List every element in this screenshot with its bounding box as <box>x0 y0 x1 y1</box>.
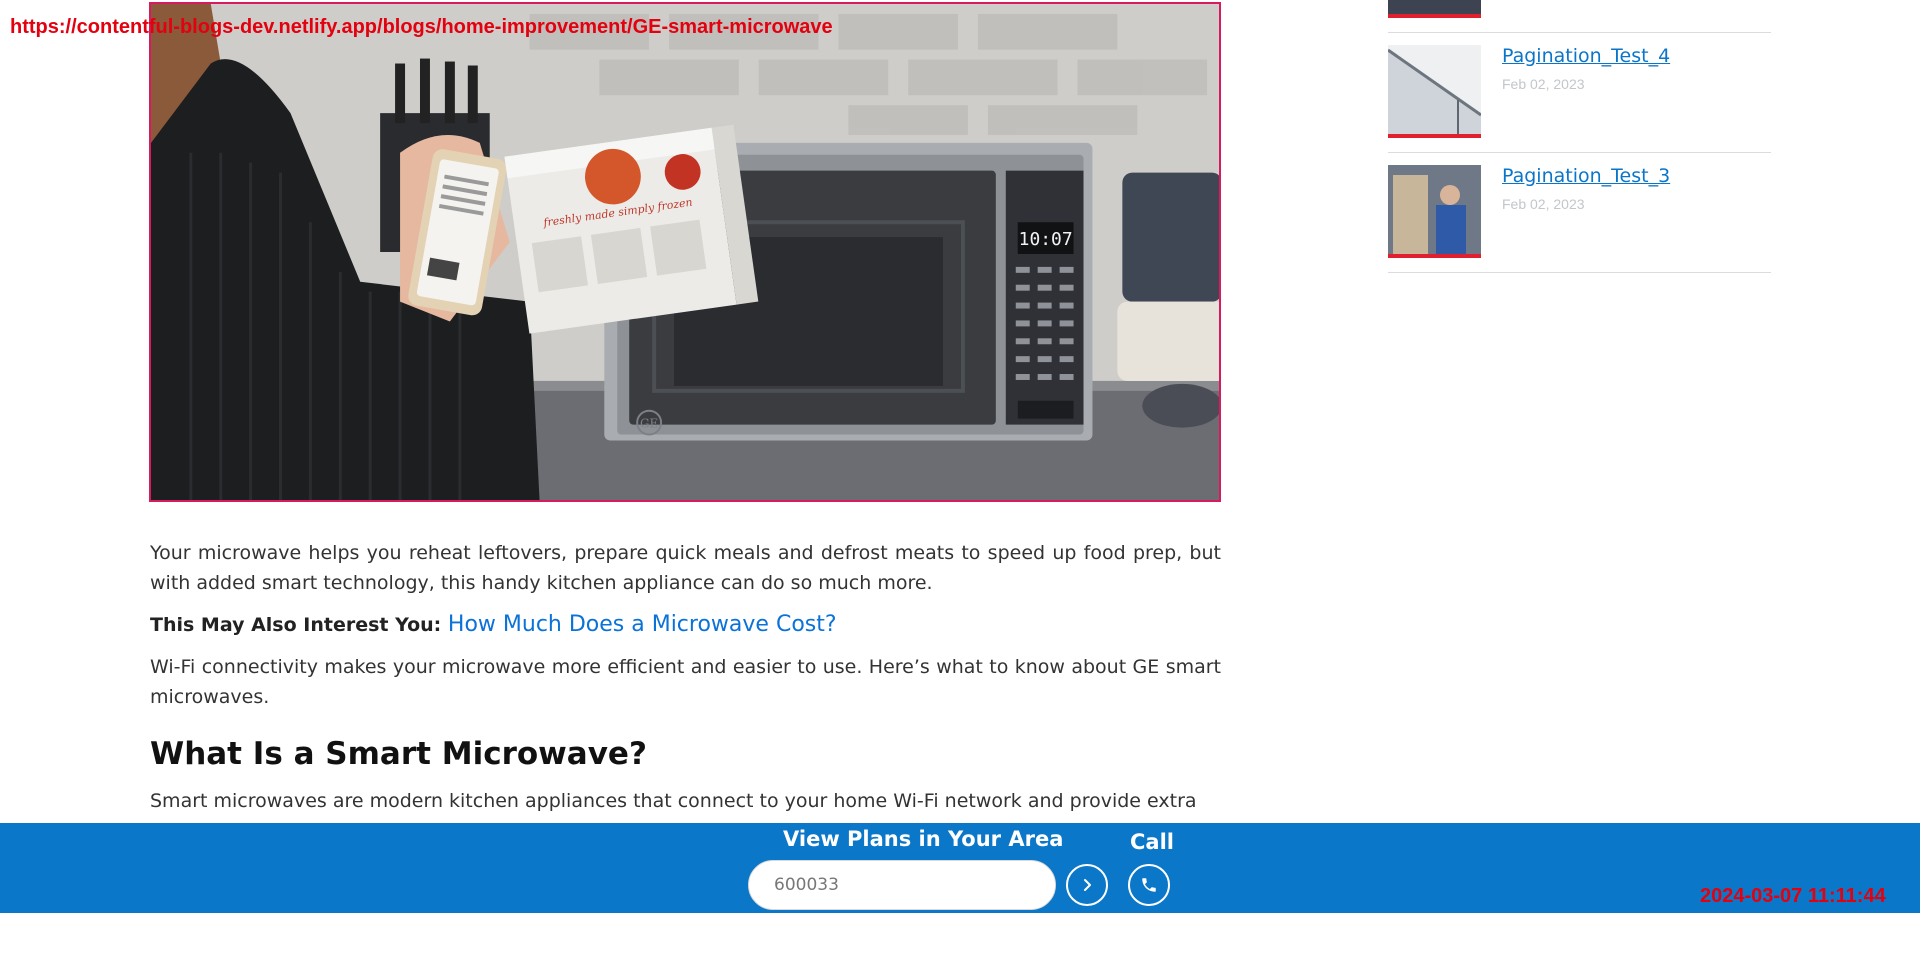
section-heading: What Is a Smart Microwave? <box>150 736 647 772</box>
sidebar-thumbnail[interactable] <box>1388 0 1481 18</box>
sidebar-item-date: Feb 02, 2023 <box>1502 196 1585 212</box>
sidebar-item-title[interactable]: Pagination_Test_3 <box>1502 165 1670 187</box>
hero-illustration: 10:07 GE freshly made simply frozen <box>151 4 1219 500</box>
sidebar-thumbnail[interactable] <box>1388 165 1481 258</box>
timestamp-overlay: 2024-03-07 11:11:44 <box>1700 885 1886 907</box>
chevron-right-icon <box>1084 879 1091 891</box>
wifi-paragraph: Wi-Fi connectivity makes your microwave … <box>150 656 1221 708</box>
related-posts-sidebar: Pagination_Test_4 Feb 02, 2023 Paginatio… <box>1388 0 1771 273</box>
display-time: 10:07 <box>1019 229 1073 250</box>
submit-zip-button[interactable] <box>1066 864 1108 906</box>
call-button[interactable] <box>1128 864 1170 906</box>
related-interest: This May Also Interest You: How Much Doe… <box>150 610 1221 640</box>
sidebar-item-pagination-test-4[interactable]: Pagination_Test_4 Feb 02, 2023 <box>1388 33 1771 153</box>
zip-code-input[interactable] <box>748 860 1056 910</box>
sidebar-thumbnail[interactable] <box>1388 45 1481 138</box>
url-overlay: https://contentful-blogs-dev.netlify.app… <box>10 16 833 38</box>
article-body: Your microwave helps you reheat leftover… <box>150 538 1221 828</box>
related-article-link[interactable]: How Much Does a Microwave Cost? <box>448 612 837 637</box>
cta-title: View Plans in Your Area <box>783 827 1064 851</box>
phone-icon <box>1142 878 1156 892</box>
sidebar-item-date: Feb 02, 2023 <box>1502 76 1585 92</box>
ge-logo-text: GE <box>640 417 658 431</box>
smart-paragraph: Smart microwaves are modern kitchen appl… <box>150 790 1197 812</box>
sidebar-item-title[interactable]: Pagination_Test_4 <box>1502 45 1670 67</box>
intro-paragraph: Your microwave helps you reheat leftover… <box>150 542 1221 594</box>
hero-image: 10:07 GE freshly made simply frozen <box>149 2 1221 502</box>
sidebar-item-partial[interactable] <box>1388 0 1771 33</box>
plans-cta-bar: View Plans in Your Area Call <box>0 823 1920 913</box>
related-interest-label: This May Also Interest You: <box>150 614 448 636</box>
sidebar-item-pagination-test-3[interactable]: Pagination_Test_3 Feb 02, 2023 <box>1388 153 1771 273</box>
call-label: Call <box>1130 830 1174 854</box>
